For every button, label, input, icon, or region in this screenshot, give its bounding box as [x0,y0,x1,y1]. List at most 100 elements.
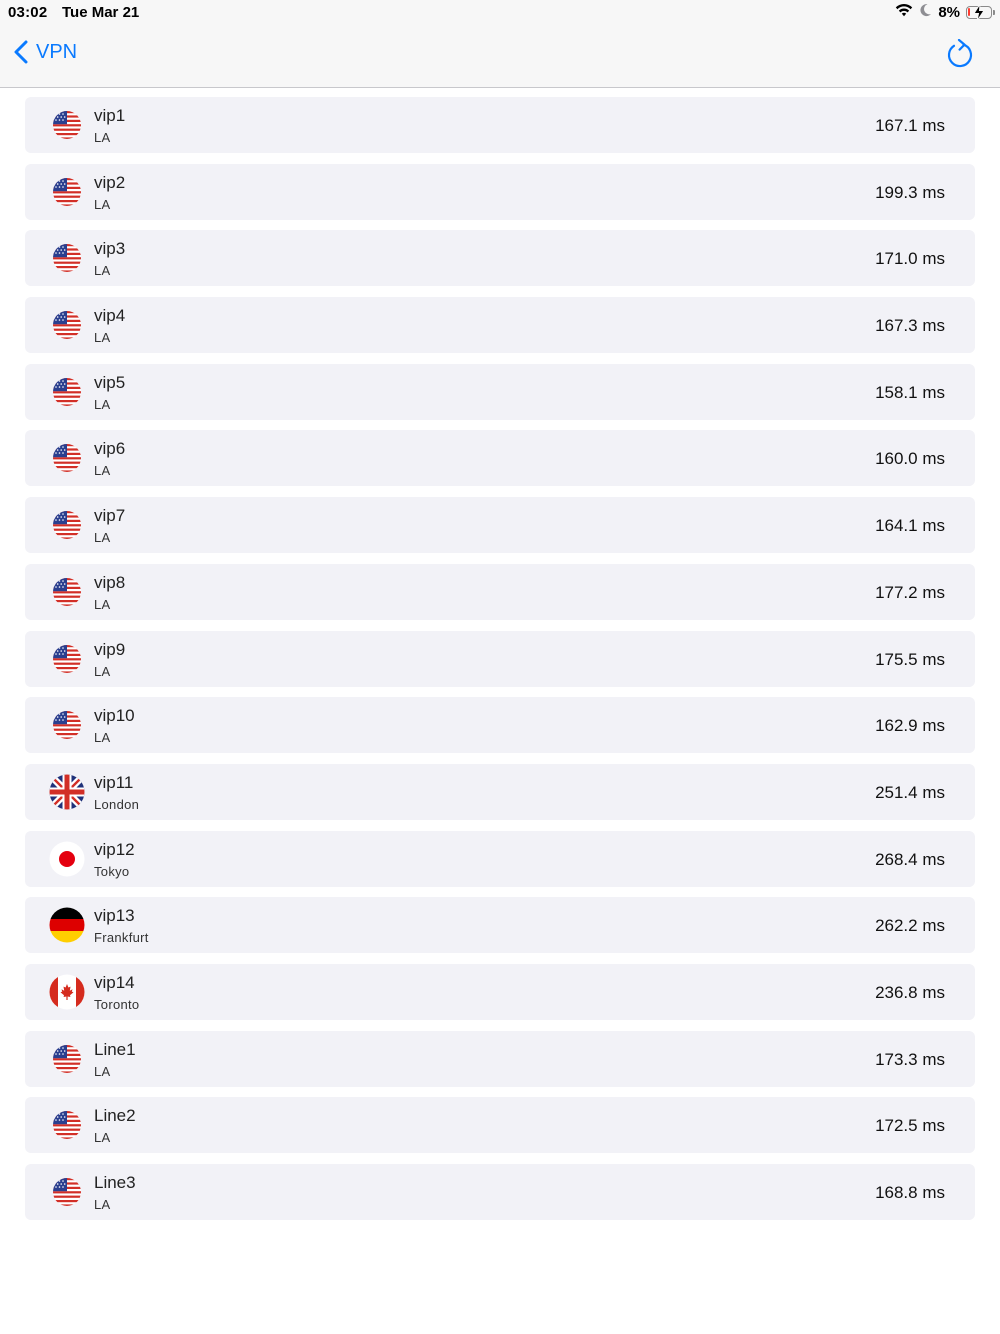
server-city: LA [94,463,111,479]
flag-us-icon [49,107,85,143]
server-city: LA [94,596,111,612]
moon-icon [919,3,932,22]
flag-us-icon [49,574,85,610]
navigation-bar: 03:02 Tue Mar 21 8% VPN [0,0,1000,88]
server-row-vip9[interactable]: vip9 LA 175.5 ms [25,630,975,687]
server-name: vip3 [94,239,126,259]
server-city: LA [94,1063,111,1079]
server-name: vip6 [94,439,126,459]
server-latency: 162.9 ms [875,716,945,736]
flag-us-icon [49,507,85,543]
server-city: LA [94,530,111,546]
server-latency: 171.0 ms [875,249,945,269]
server-city: LA [94,263,111,279]
server-name: vip5 [94,372,126,392]
server-row-vip12[interactable]: vip12 Tokyo 268.4 ms [25,830,975,887]
server-name: vip9 [94,639,126,659]
server-row-vip13[interactable]: vip13 Frankfurt 262.2 ms [25,897,975,954]
flag-us-icon [49,1174,85,1210]
flag-us-icon [49,1041,85,1077]
server-city: London [94,796,140,812]
server-name: vip8 [94,572,126,592]
server-name: vip12 [94,839,135,859]
server-city: LA [94,730,111,746]
flag-us-icon [49,174,85,210]
server-city: Toronto [94,996,140,1012]
server-row-vip8[interactable]: vip8 LA 177.2 ms [25,563,975,620]
server-latency: 177.2 ms [875,582,945,602]
server-row-Line2[interactable]: Line2 LA 172.5 ms [25,1097,975,1154]
server-name: vip11 [94,772,134,792]
server-city: Frankfurt [94,930,149,946]
server-city: LA [94,1130,111,1146]
server-latency: 268.4 ms [875,849,945,869]
server-latency: 164.1 ms [875,516,945,536]
server-city: LA [94,130,111,145]
server-latency: 175.5 ms [875,649,945,669]
server-city: LA [94,1197,111,1212]
server-row-vip11[interactable]: vip11 London 251.4 ms [25,763,975,820]
flag-uk-icon [49,774,85,810]
battery-cap [993,9,995,15]
refresh-icon [947,38,973,68]
server-city: Tokyo [94,863,130,879]
server-name: vip14 [94,972,135,992]
wifi-icon [895,3,913,22]
bolt-icon [973,3,985,21]
server-row-vip14[interactable]: vip14 Toronto 236.8 ms [25,963,975,1020]
server-row-Line3[interactable]: Line3 LA 168.8 ms [25,1164,975,1220]
status-indicators: 8% [895,2,995,22]
server-row-vip5[interactable]: vip5 LA 158.1 ms [25,363,975,420]
server-latency: 173.3 ms [875,1049,945,1069]
flag-us-icon [49,374,85,410]
server-name: vip7 [94,506,126,526]
server-row-vip4[interactable]: vip4 LA 167.3 ms [25,297,975,354]
server-latency: 160.0 ms [875,449,945,469]
flag-jp-icon [49,841,85,877]
flag-us-icon [49,707,85,743]
flag-ca-icon [49,974,85,1010]
server-row-vip2[interactable]: vip2 LA 199.3 ms [25,163,975,220]
back-label: VPN [36,40,78,63]
server-city: LA [94,196,111,212]
back-button[interactable]: VPN [14,40,77,64]
server-name: Line1 [94,1039,136,1059]
server-latency: 167.3 ms [875,316,945,336]
server-latency: 167.1 ms [875,116,945,135]
server-city: LA [94,396,111,412]
server-name: vip2 [94,172,126,192]
server-latency: 236.8 ms [875,982,945,1002]
server-name: vip13 [94,906,135,926]
server-latency: 158.1 ms [875,382,945,402]
status-time: 03:02 [8,4,48,21]
server-name: vip1 [94,106,126,125]
server-city: LA [94,663,111,679]
server-name: Line3 [94,1173,136,1192]
server-row-Line1[interactable]: Line1 LA 173.3 ms [25,1030,975,1087]
server-row-vip7[interactable]: vip7 LA 164.1 ms [25,497,975,554]
server-city: LA [94,330,111,346]
server-row-vip1[interactable]: vip1 LA 167.1 ms [25,97,975,153]
server-row-vip3[interactable]: vip3 LA 171.0 ms [25,230,975,287]
flag-de-icon [49,907,85,943]
server-name: vip10 [94,706,135,726]
status-date: Tue Mar 21 [62,4,140,21]
server-latency: 251.4 ms [875,782,945,802]
battery-percent: 8% [938,3,960,21]
server-name: Line2 [94,1106,136,1126]
battery-level-fill [968,7,970,16]
server-latency: 199.3 ms [875,182,945,202]
chevron-left-icon [14,40,28,64]
server-latency: 262.2 ms [875,916,945,936]
flag-us-icon [49,641,85,677]
server-row-vip10[interactable]: vip10 LA 162.9 ms [25,697,975,754]
server-row-vip6[interactable]: vip6 LA 160.0 ms [25,430,975,487]
flag-us-icon [49,440,85,476]
flag-us-icon [49,240,85,276]
server-list: vip1 LA 167.1 ms vip2 LA 199.3 ms vip3 L… [25,97,975,1231]
server-name: vip4 [94,306,126,326]
server-latency: 168.8 ms [875,1183,945,1202]
refresh-button[interactable] [946,38,974,69]
flag-us-icon [49,1107,85,1143]
battery-charging-icon [966,3,995,21]
